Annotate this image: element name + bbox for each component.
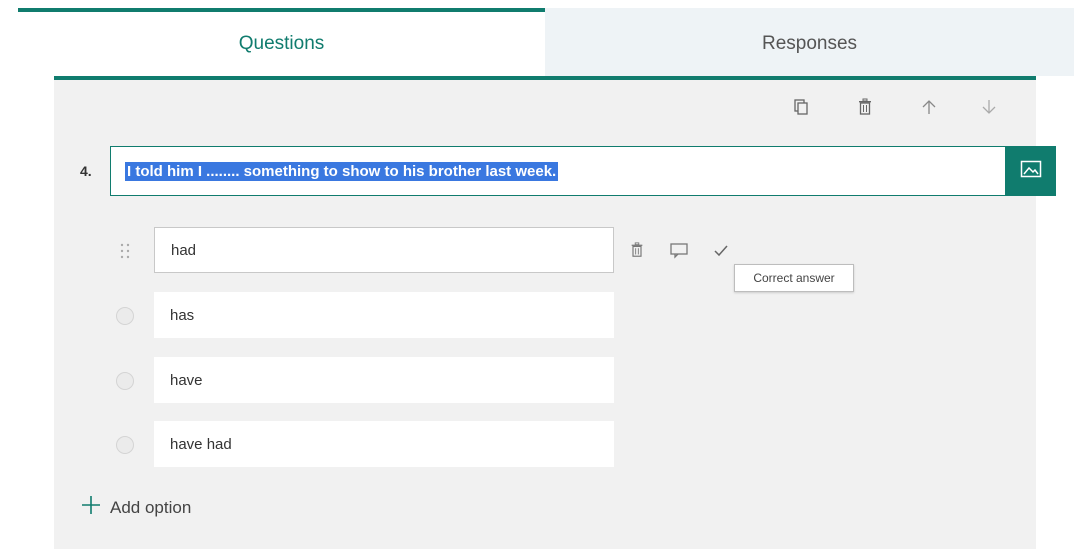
option-radio-3[interactable] bbox=[116, 372, 134, 390]
option-label: has bbox=[170, 306, 195, 324]
tab-responses[interactable]: Responses bbox=[545, 8, 1074, 76]
tab-questions[interactable]: Questions bbox=[18, 8, 545, 76]
option-label: have had bbox=[170, 435, 232, 453]
question-title-input[interactable]: I told him I ........ something to show … bbox=[110, 146, 1006, 196]
add-option-button[interactable]: Add option bbox=[80, 494, 191, 521]
question-number: 4. bbox=[80, 163, 92, 179]
copy-icon[interactable] bbox=[788, 94, 814, 120]
delete-option-icon[interactable] bbox=[624, 237, 650, 263]
add-option-label: Add option bbox=[110, 497, 192, 517]
comment-icon[interactable] bbox=[666, 237, 692, 263]
plus-icon bbox=[80, 494, 102, 521]
option-input-1[interactable]: had bbox=[154, 227, 614, 273]
option-radio-2[interactable] bbox=[116, 307, 134, 325]
insert-media-button[interactable] bbox=[1006, 146, 1056, 196]
move-down-icon[interactable] bbox=[976, 94, 1002, 120]
correct-answer-tooltip: Correct answer bbox=[734, 264, 854, 292]
correct-answer-checkmark-icon[interactable] bbox=[708, 237, 734, 263]
question-title-text: I told him I ........ something to show … bbox=[125, 161, 559, 181]
delete-icon[interactable] bbox=[852, 94, 878, 120]
option-radio-4[interactable] bbox=[116, 436, 134, 454]
move-up-icon[interactable] bbox=[916, 94, 942, 120]
drag-handle-icon[interactable] bbox=[120, 242, 130, 260]
tab-bar: Questions Responses bbox=[18, 8, 1074, 76]
option-input-2[interactable]: has bbox=[154, 292, 614, 338]
option-input-3[interactable]: have bbox=[154, 357, 614, 403]
option-label: have bbox=[170, 371, 203, 389]
option-label: had bbox=[171, 241, 197, 259]
image-icon bbox=[1020, 160, 1042, 183]
option-input-4[interactable]: have had bbox=[154, 421, 614, 467]
question-card: 4. I told him I ........ something to sh… bbox=[54, 76, 1056, 549]
